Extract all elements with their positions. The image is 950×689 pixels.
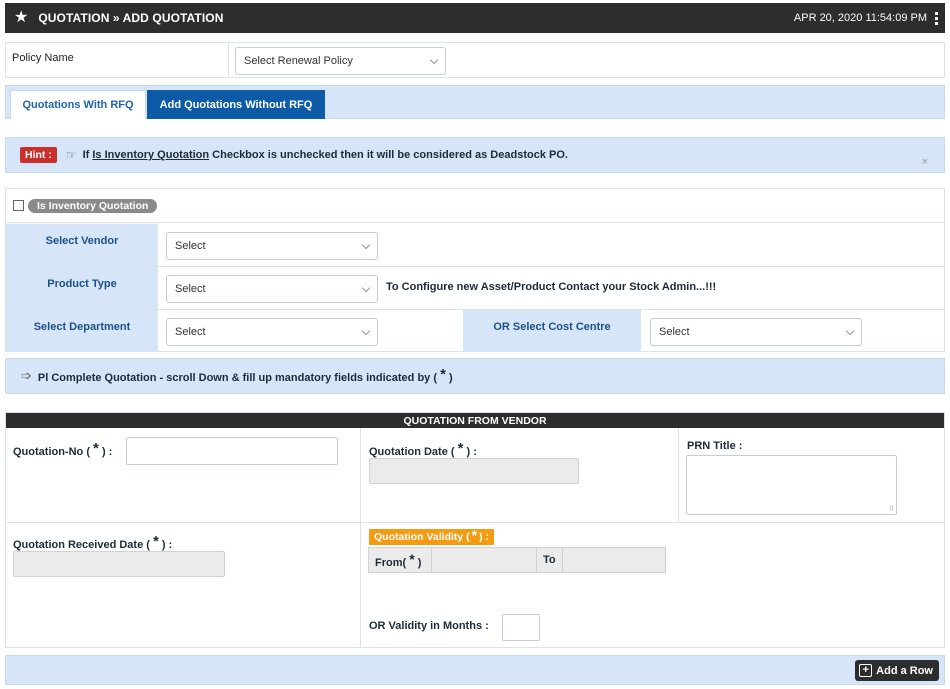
product-type-row: Product Type Select To Configure new Ass… [6,267,944,310]
inventory-quotation-row: Is Inventory Quotation [6,189,944,223]
chevron-down-icon [361,240,371,250]
select-department-label: Select Department [6,310,158,352]
product-type-label: Product Type [6,267,158,309]
product-config-info: To Configure new Asset/Product Contact y… [386,281,717,293]
renewal-policy-select[interactable]: Select Renewal Policy [235,47,446,75]
divider [536,548,537,572]
prn-title-textarea[interactable]: ⠿ [686,455,897,515]
inventory-quotation-checkbox[interactable] [13,200,24,211]
arrow-right-icon: ➩ [21,368,32,383]
cost-centre-select[interactable]: Select [650,318,862,346]
prn-title-label: PRN Title : [687,440,743,452]
notice-text: Pl Complete Quotation - scroll Down & fi… [37,365,453,384]
vendor-select[interactable]: Select [166,232,378,260]
complete-quotation-notice: ➩ Pl Complete Quotation - scroll Down & … [5,358,945,394]
inventory-quotation-label: Is Inventory Quotation [28,199,158,213]
quotation-no-label: Quotation-No ( * ) : [13,440,113,458]
validity-months-input[interactable] [502,614,540,641]
product-type-select[interactable]: Select [166,275,378,303]
validity-to-input[interactable] [563,548,665,572]
bottom-action-bar: + Add a Row [5,655,945,685]
quotation-date-input[interactable] [369,458,579,484]
chevron-down-icon [845,326,855,336]
vendor-selection-panel: Is Inventory Quotation Select Vendor Sel… [5,188,945,352]
quotation-from-vendor-panel: QUOTATION FROM VENDOR Quotation-No ( * )… [5,412,945,648]
close-icon[interactable]: × [922,156,928,168]
divider [228,43,229,77]
hint-badge: Hint : [20,147,57,163]
received-date-label: Quotation Received Date ( * ) : [13,533,173,551]
vendor-row: Select Vendor Select [6,224,944,267]
hint-text: If Is Inventory Quotation Checkbox is un… [82,149,568,161]
hint-banner: Hint : ☞ If Is Inventory Quotation Check… [5,137,945,173]
quotation-date-cell: Quotation Date ( * ) : [361,428,679,523]
add-row-button[interactable]: + Add a Row [855,660,939,681]
policy-name-row: Policy Name Select Renewal Policy [5,42,945,78]
tabs-bar: Quotations With RFQ Add Quotations Witho… [5,85,945,119]
pointing-hand-icon: ☞ [65,148,77,162]
chevron-down-icon [429,55,439,65]
tab-add-quotations-without-rfq[interactable]: Add Quotations Without RFQ [147,90,325,119]
department-row: Select Department Select OR Select Cost … [6,310,944,352]
chevron-down-icon [361,283,371,293]
prn-title-cell: PRN Title : ⠿ [679,428,944,523]
resize-grip-icon[interactable]: ⠿ [889,505,894,513]
section-heading: QUOTATION FROM VENDOR [6,413,944,428]
page-title: QUOTATION » ADD QUOTATION [38,11,224,25]
policy-name-label: Policy Name [12,52,74,64]
from-label: From( * ) [375,551,422,569]
quotation-no-cell: Quotation-No ( * ) : [6,428,361,523]
quotation-date-label: Quotation Date ( * ) : [369,440,477,458]
renewal-policy-select-value: Select Renewal Policy [244,55,353,67]
star-icon[interactable]: ★ [14,10,28,26]
department-select[interactable]: Select [166,318,378,346]
quotation-no-input[interactable] [126,437,338,465]
received-date-input[interactable] [13,551,225,577]
validity-from-input[interactable] [432,548,536,572]
plus-square-icon: + [859,664,873,677]
received-date-cell: Quotation Received Date ( * ) : [6,523,361,647]
hint-link[interactable]: Is Inventory Quotation [92,149,209,161]
validity-range: From( * ) To [368,547,666,573]
quotation-validity-label: Quotation Validity (*) : [369,527,495,545]
validity-months-label: OR Validity in Months : [369,620,489,632]
quotation-validity-cell: Quotation Validity (*) : From( * ) To OR… [361,523,944,647]
tab-quotations-with-rfq[interactable]: Quotations With RFQ [10,90,146,119]
cost-centre-label: OR Select Cost Centre [463,310,641,352]
kebab-menu-icon[interactable] [935,11,938,25]
to-label: To [543,554,556,566]
page-header: ★ QUOTATION » ADD QUOTATION APR 20, 2020… [5,3,945,33]
header-datetime: APR 20, 2020 11:54:09 PM [793,12,927,24]
chevron-down-icon [361,326,371,336]
add-row-label: Add a Row [876,664,933,677]
select-vendor-label: Select Vendor [6,224,158,266]
